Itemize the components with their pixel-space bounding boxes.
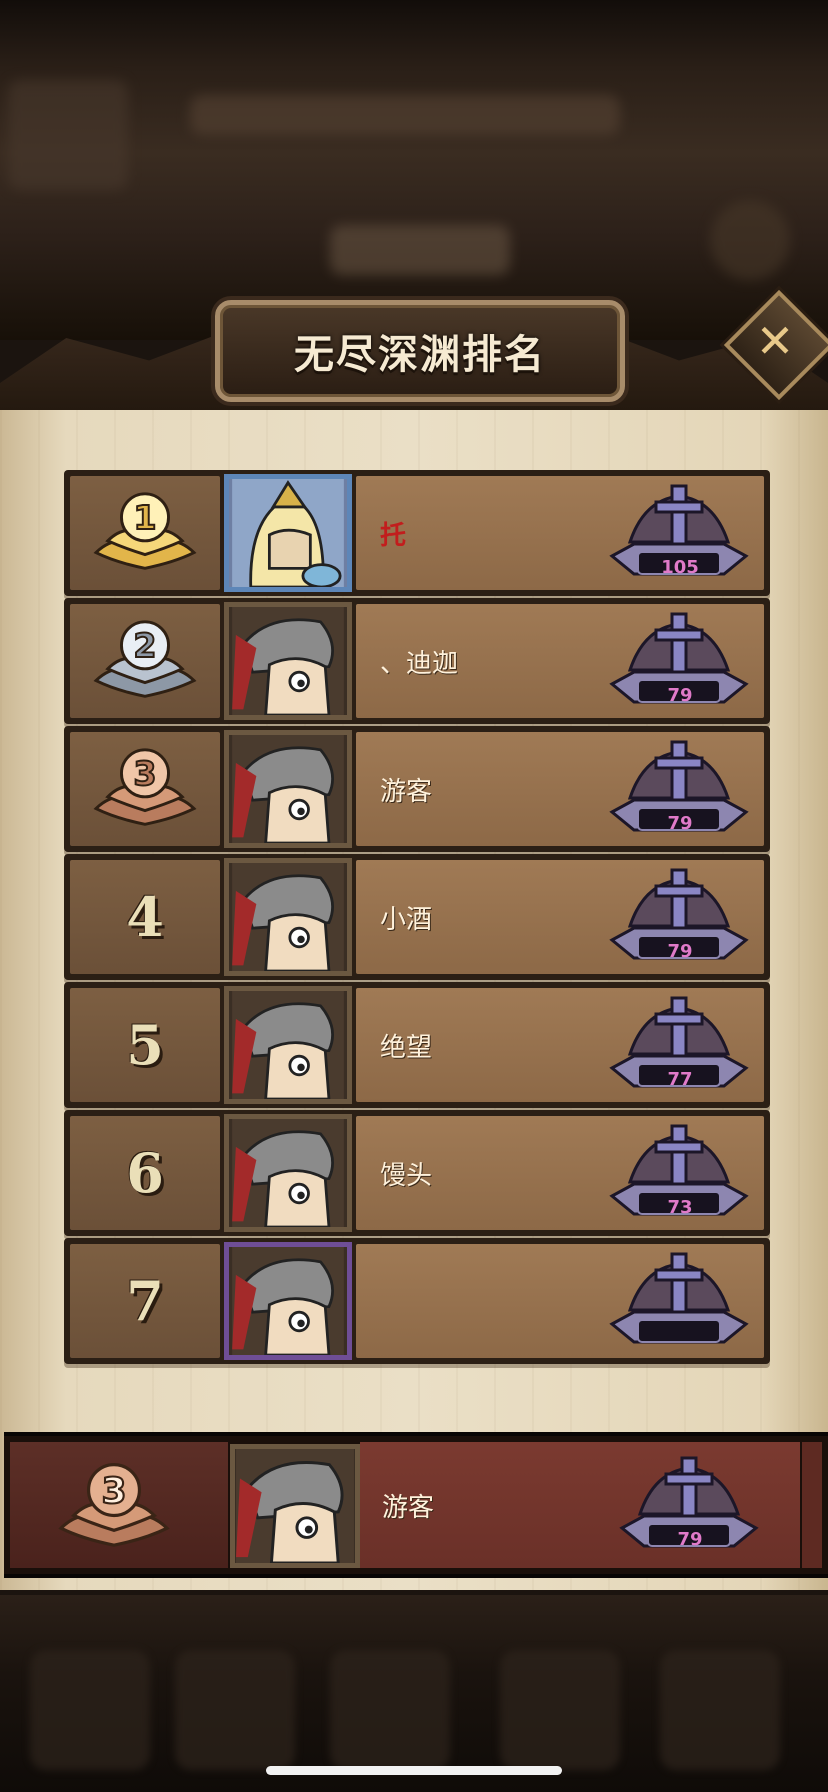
ranking-row[interactable]: 7 xyxy=(64,1238,770,1364)
svg-text:1: 1 xyxy=(133,498,156,537)
my-score: 79 xyxy=(677,1528,703,1550)
svg-text:3: 3 xyxy=(101,1471,126,1512)
player-name: 绝望 xyxy=(380,1032,433,1063)
score: 105 xyxy=(661,556,699,578)
avatar[interactable] xyxy=(224,986,352,1104)
ranking-row[interactable]: 2 、迪迦 79 xyxy=(64,598,770,724)
score: 73 xyxy=(667,1196,693,1218)
knight-portrait-icon xyxy=(232,863,344,973)
player-name: 游客 xyxy=(380,776,433,807)
blurred-background xyxy=(0,0,828,340)
bronze-medal-icon: 3 xyxy=(93,748,197,826)
knight-portrait-icon xyxy=(232,991,344,1101)
avatar[interactable] xyxy=(224,858,352,976)
svg-text:2: 2 xyxy=(133,626,156,665)
rank-number: 4 xyxy=(126,885,164,949)
close-icon[interactable]: ✕ xyxy=(740,306,810,376)
score: 77 xyxy=(667,1068,693,1090)
score: 79 xyxy=(667,812,693,834)
my-player-name: 游客 xyxy=(382,1492,435,1523)
player-name: 小酒 xyxy=(380,904,433,935)
bronze-medal-icon: 3 xyxy=(58,1463,170,1547)
knight-portrait-icon xyxy=(232,607,344,717)
player-name: 、迪迦 xyxy=(380,648,459,679)
ranking-row[interactable]: 5 绝望 77 xyxy=(64,982,770,1108)
ranking-list[interactable]: 1 托 105 2 、迪迦 79 3 游客 79 4 小酒 79 5 绝望 77… xyxy=(0,470,828,1415)
golden-knight-portrait-icon xyxy=(232,479,344,589)
ranking-row[interactable]: 4 小酒 79 xyxy=(64,854,770,980)
ranking-row[interactable]: 6 馒头 73 xyxy=(64,1110,770,1236)
knight-portrait-icon xyxy=(232,735,344,845)
avatar[interactable] xyxy=(230,1444,360,1568)
page-title: 无尽深渊排名 xyxy=(294,332,546,378)
player-name: 托 xyxy=(380,520,407,551)
rank-number: 7 xyxy=(126,1269,164,1333)
knight-portrait-icon xyxy=(236,1449,354,1565)
knight-portrait-icon xyxy=(232,1247,344,1357)
blurred-bottom-menu xyxy=(0,1595,828,1792)
avatar[interactable] xyxy=(224,474,352,592)
avatar[interactable] xyxy=(224,730,352,848)
ranking-row[interactable]: 1 托 105 xyxy=(64,470,770,596)
knight-portrait-icon xyxy=(232,1119,344,1229)
rank-number: 6 xyxy=(126,1141,164,1205)
title-plate: 无尽深渊排名 xyxy=(215,300,625,402)
silver-medal-icon: 2 xyxy=(93,620,197,698)
avatar[interactable] xyxy=(224,1242,352,1360)
avatar[interactable] xyxy=(224,1114,352,1232)
ranking-row[interactable]: 3 游客 79 xyxy=(64,726,770,852)
gold-medal-icon: 1 xyxy=(93,492,197,570)
home-indicator[interactable] xyxy=(266,1766,562,1775)
score: 79 xyxy=(667,684,693,706)
rank-number: 5 xyxy=(126,1013,164,1077)
score xyxy=(638,1322,722,1348)
score: 79 xyxy=(667,940,693,962)
my-ranking-row: 3 游客 79 xyxy=(4,1432,828,1578)
title-banner: 无尽深渊排名 ✕ xyxy=(0,289,828,420)
avatar[interactable] xyxy=(224,602,352,720)
player-name: 馒头 xyxy=(380,1160,433,1191)
svg-text:3: 3 xyxy=(133,754,156,793)
